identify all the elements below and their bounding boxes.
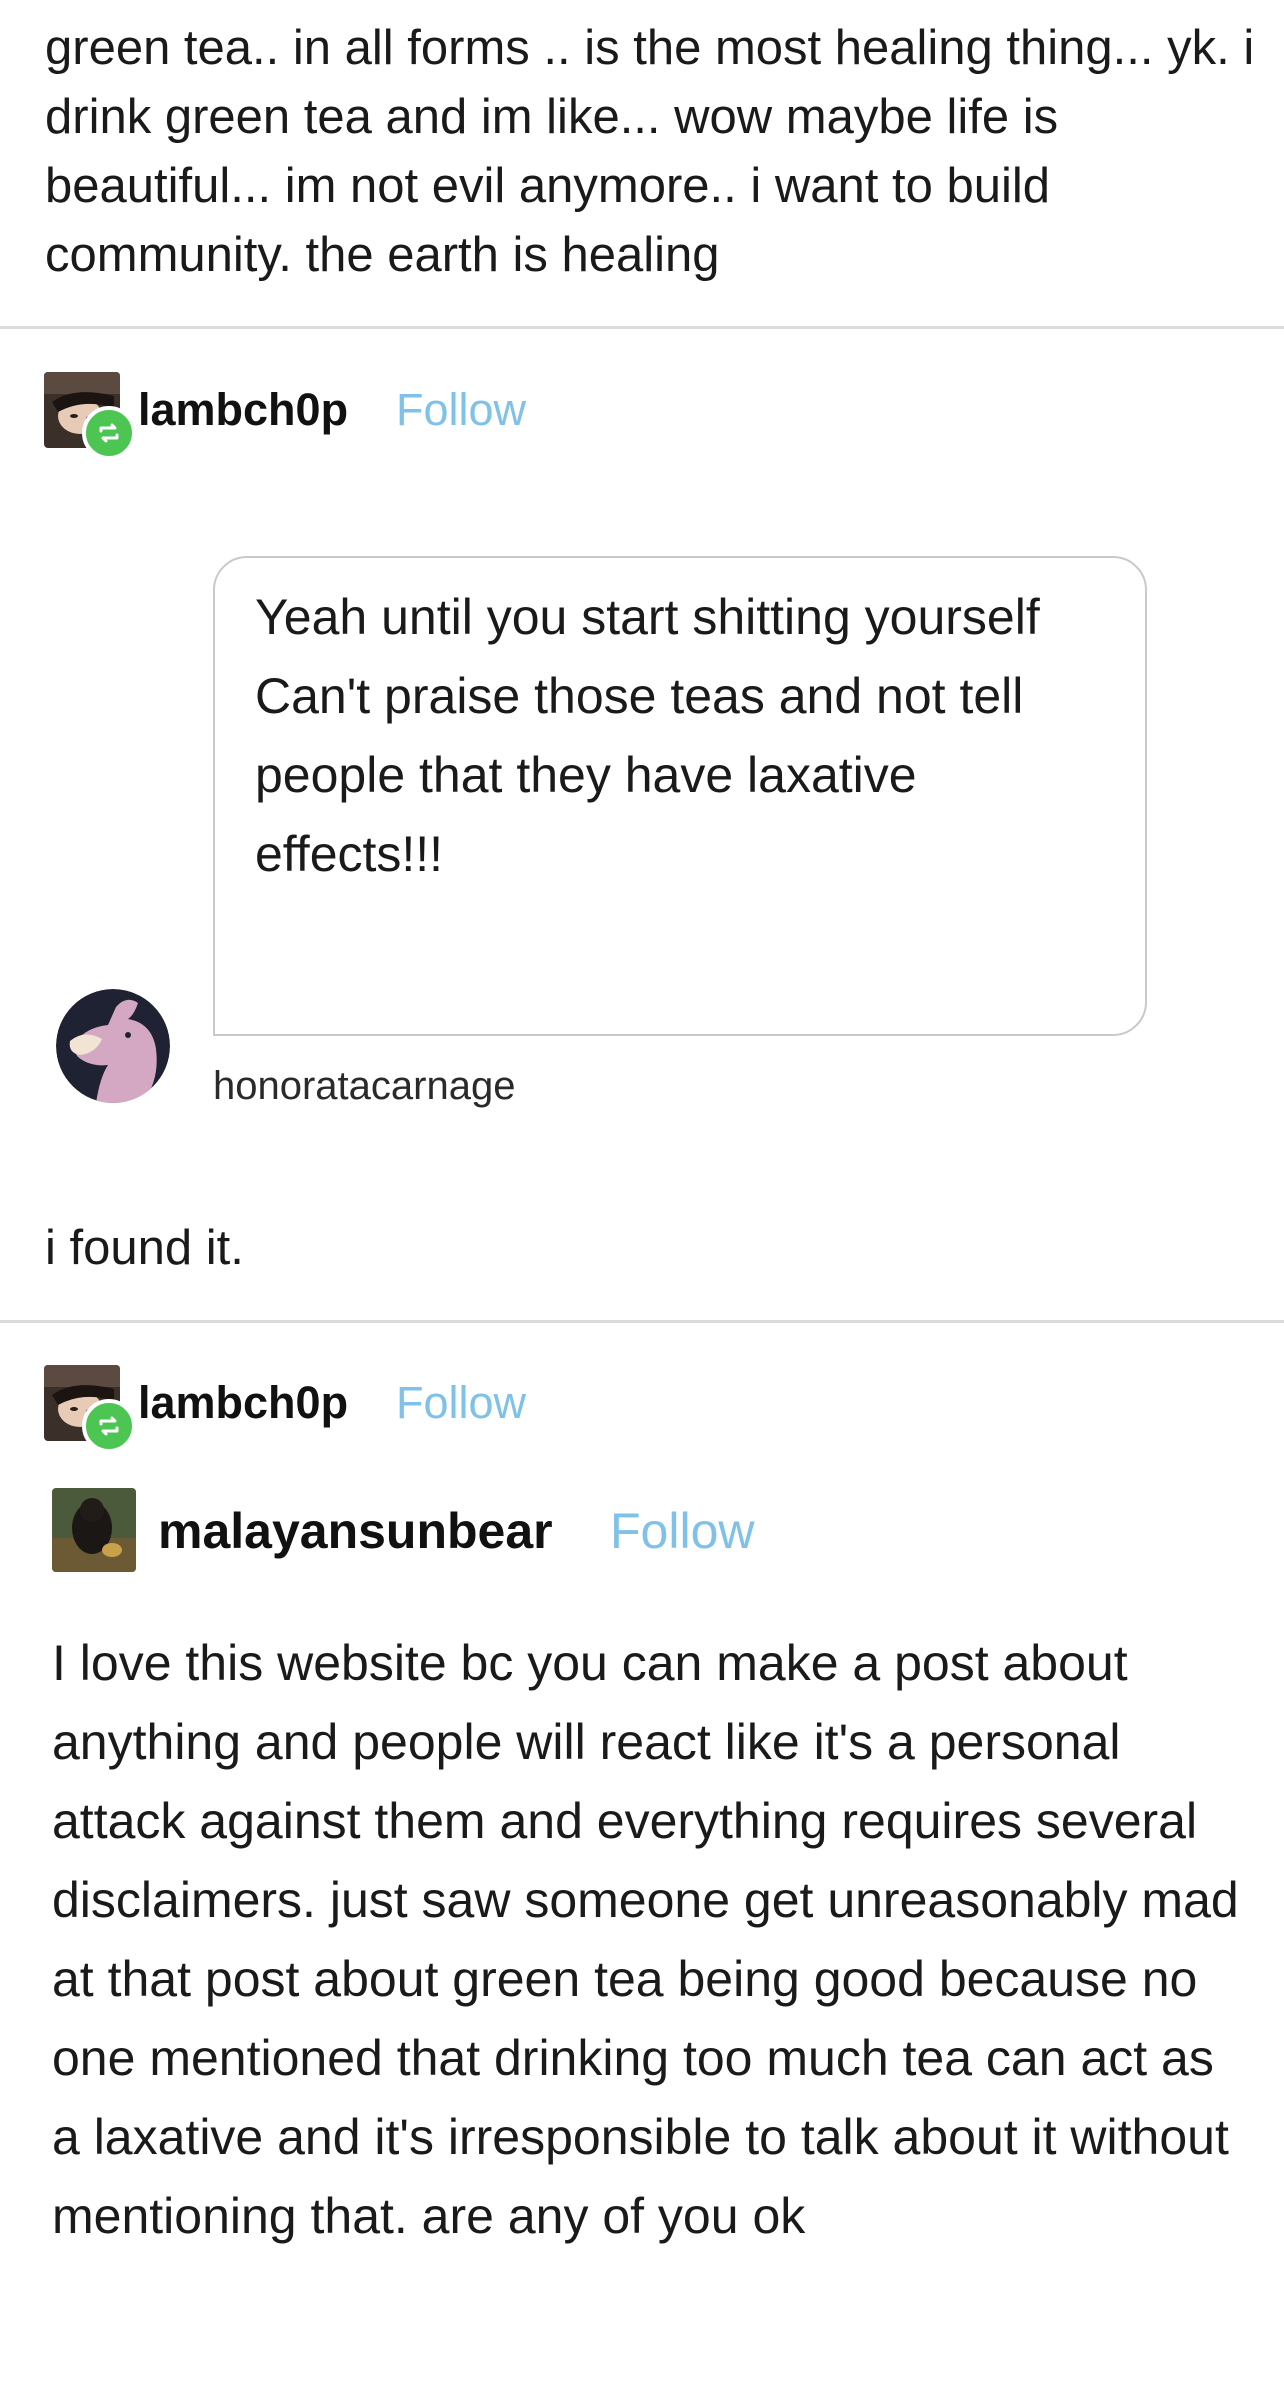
post-divider (0, 326, 1284, 329)
avatar-honoratacarnage[interactable] (56, 989, 170, 1103)
reblog-icon (82, 406, 136, 460)
post-text: green tea.. in all forms .. is the most … (45, 21, 1255, 282)
chat-bubble: Yeah until you start shitting yourself C… (213, 556, 1147, 1036)
reblog-username[interactable]: lambch0p (138, 384, 348, 436)
reblog-icon (82, 1399, 136, 1453)
reblog-username[interactable]: lambch0p (138, 1377, 348, 1429)
follow-button[interactable]: Follow (396, 1377, 526, 1429)
reblog-header: lambch0p Follow (44, 1365, 744, 1453)
follow-button[interactable]: Follow (610, 1502, 754, 1560)
reblog-header: lambch0p Follow (44, 372, 744, 460)
post-username[interactable]: malayansunbear (158, 1502, 553, 1560)
follow-button[interactable]: Follow (396, 384, 526, 436)
reblog-comment: i found it. (45, 1221, 244, 1275)
chat-sender: honoratacarnage (213, 1064, 516, 1108)
post-text: I love this website bc you can make a po… (52, 1635, 1239, 2244)
post-header: malayansunbear Follow (52, 1488, 952, 1578)
post-divider (0, 1320, 1284, 1323)
chat-message: Yeah until you start shitting yourself C… (255, 589, 1040, 882)
avatar-malayansunbear[interactable] (52, 1488, 136, 1572)
